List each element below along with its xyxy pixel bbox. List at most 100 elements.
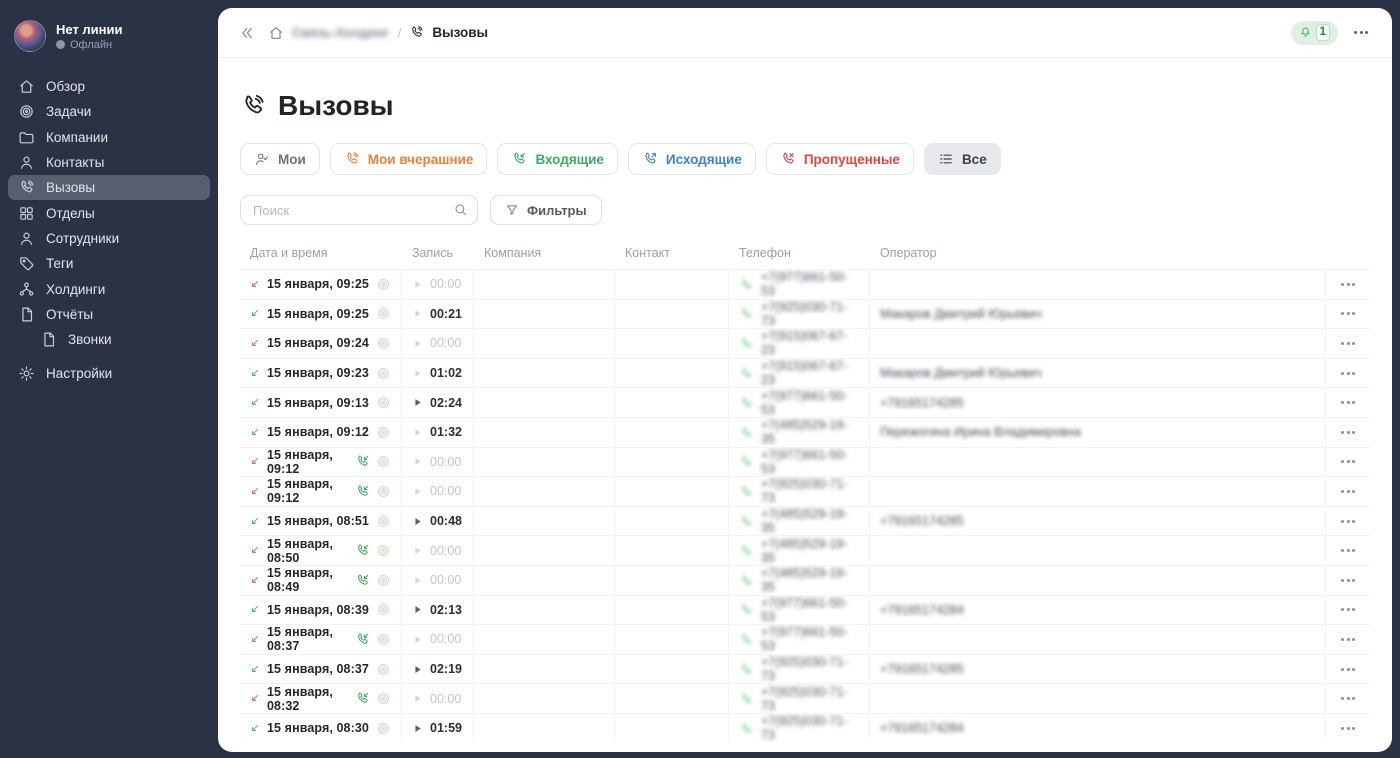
filter-chip-5[interactable]: Все xyxy=(924,143,1001,175)
row-more-button[interactable] xyxy=(1341,401,1355,404)
row-more-button[interactable] xyxy=(1341,638,1355,641)
sidebar-item-7[interactable]: Теги xyxy=(8,251,210,276)
table-row[interactable]: 15 января, 08:3200:00+7(925)030-71-73 xyxy=(240,683,1370,713)
table-row[interactable]: 15 января, 08:5000:00+7(485)529-19-35 xyxy=(240,535,1370,565)
target-icon[interactable] xyxy=(376,395,391,410)
phone-value[interactable]: +7(925)030-71-73 xyxy=(739,685,859,713)
collapse-sidebar-icon[interactable] xyxy=(238,24,256,42)
target-icon[interactable] xyxy=(376,336,391,351)
sidebar-item-11[interactable]: Настройки xyxy=(8,361,210,386)
table-row[interactable]: 15 января, 08:3702:19+7(925)030-71-73+79… xyxy=(240,654,1370,684)
target-icon[interactable] xyxy=(376,277,391,292)
table-row[interactable]: 15 января, 08:3902:13+7(977)661-50-53+79… xyxy=(240,595,1370,625)
target-icon[interactable] xyxy=(376,454,391,469)
home-icon[interactable] xyxy=(268,25,284,41)
row-more-button[interactable] xyxy=(1341,460,1355,463)
sidebar-item-1[interactable]: Задачи xyxy=(8,99,210,124)
row-more-button[interactable] xyxy=(1341,283,1355,286)
target-icon[interactable] xyxy=(376,632,391,647)
play-icon[interactable] xyxy=(412,693,423,704)
target-icon[interactable] xyxy=(376,306,391,321)
phone-value[interactable]: +7(977)661-50-53 xyxy=(739,625,859,653)
sidebar-item-9[interactable]: Отчёты xyxy=(8,302,210,327)
row-more-button[interactable] xyxy=(1341,312,1355,315)
sidebar-item-10[interactable]: Звонки xyxy=(8,327,210,352)
play-icon[interactable] xyxy=(412,516,423,527)
breadcrumb-company[interactable]: Связь-Холдинг xyxy=(292,25,389,40)
phone-value[interactable]: +7(977)661-50-53 xyxy=(739,448,859,476)
phone-value[interactable]: +7(977)661-50-53 xyxy=(739,596,859,624)
play-icon[interactable] xyxy=(412,308,423,319)
table-row[interactable]: 15 января, 09:2400:00+7(915)067-67-23 xyxy=(240,328,1370,358)
phone-value[interactable]: +7(485)529-19-35 xyxy=(739,507,859,535)
sidebar-item-4[interactable]: Вызовы xyxy=(8,175,210,200)
phone-value[interactable]: +7(485)529-19-35 xyxy=(739,566,859,594)
row-more-button[interactable] xyxy=(1341,372,1355,375)
table-row[interactable]: 15 января, 08:5100:48+7(485)529-19-35+79… xyxy=(240,506,1370,536)
topbar-more-button[interactable] xyxy=(1350,29,1372,36)
sidebar-item-6[interactable]: Сотрудники xyxy=(8,226,210,251)
phone-value[interactable]: +7(925)030-71-73 xyxy=(739,714,859,742)
table-row[interactable]: 15 января, 09:1200:00+7(977)661-50-53 xyxy=(240,447,1370,477)
row-more-button[interactable] xyxy=(1341,727,1355,730)
phone-value[interactable]: +7(925)030-71-73 xyxy=(739,655,859,683)
play-icon[interactable] xyxy=(412,338,423,349)
sidebar-item-5[interactable]: Отделы xyxy=(8,200,210,225)
play-icon[interactable] xyxy=(412,723,423,734)
table-row[interactable]: 15 января, 09:2500:21+7(925)030-71-73Мак… xyxy=(240,299,1370,329)
phone-value[interactable]: +7(485)529-19-35 xyxy=(739,418,859,446)
play-icon[interactable] xyxy=(412,664,423,675)
row-more-button[interactable] xyxy=(1341,490,1355,493)
row-more-button[interactable] xyxy=(1341,520,1355,523)
table-row[interactable]: 15 января, 09:1302:24+7(977)661-50-53+79… xyxy=(240,387,1370,417)
row-more-button[interactable] xyxy=(1341,608,1355,611)
row-more-button[interactable] xyxy=(1341,549,1355,552)
target-icon[interactable] xyxy=(376,366,391,381)
target-icon[interactable] xyxy=(376,573,391,588)
filter-chip-4[interactable]: Пропущенные xyxy=(766,143,914,175)
play-icon[interactable] xyxy=(412,427,423,438)
filter-chip-0[interactable]: Мои xyxy=(240,143,320,175)
play-icon[interactable] xyxy=(412,604,423,615)
target-icon[interactable] xyxy=(376,721,391,736)
play-icon[interactable] xyxy=(412,634,423,645)
search-input[interactable] xyxy=(240,195,478,225)
sidebar-item-8[interactable]: Холдинги xyxy=(8,276,210,301)
filter-chip-1[interactable]: Мои вчерашние xyxy=(330,143,488,175)
filter-chip-3[interactable]: Исходящие xyxy=(628,143,756,175)
table-row[interactable]: 15 января, 08:3700:00+7(977)661-50-53 xyxy=(240,624,1370,654)
phone-value[interactable]: +7(915)067-67-23 xyxy=(739,359,859,387)
target-icon[interactable] xyxy=(376,425,391,440)
table-row[interactable]: 15 января, 09:2301:02+7(915)067-67-23Мак… xyxy=(240,358,1370,388)
target-icon[interactable] xyxy=(376,484,391,499)
filters-button[interactable]: Фильтры xyxy=(490,195,602,225)
phone-value[interactable]: +7(915)067-67-23 xyxy=(739,329,859,357)
play-icon[interactable] xyxy=(412,456,423,467)
play-icon[interactable] xyxy=(412,575,423,586)
target-icon[interactable] xyxy=(376,514,391,529)
target-icon[interactable] xyxy=(376,602,391,617)
sidebar-item-0[interactable]: Обзор xyxy=(8,74,210,99)
filter-chip-2[interactable]: Входящие xyxy=(497,143,617,175)
search-icon[interactable] xyxy=(453,202,468,217)
play-icon[interactable] xyxy=(412,279,423,290)
table-row[interactable]: 15 января, 09:2500:00+7(977)661-50-53 xyxy=(240,269,1370,299)
target-icon[interactable] xyxy=(376,691,391,706)
table-row[interactable]: 15 января, 08:4900:00+7(485)529-19-35 xyxy=(240,565,1370,595)
play-icon[interactable] xyxy=(412,545,423,556)
target-icon[interactable] xyxy=(376,662,391,677)
row-more-button[interactable] xyxy=(1341,579,1355,582)
target-icon[interactable] xyxy=(376,543,391,558)
sidebar-item-3[interactable]: Контакты xyxy=(8,150,210,175)
row-more-button[interactable] xyxy=(1341,431,1355,434)
table-row[interactable]: 15 января, 09:1201:32+7(485)529-19-35Пер… xyxy=(240,417,1370,447)
phone-value[interactable]: +7(925)030-71-73 xyxy=(739,477,859,505)
phone-value[interactable]: +7(925)030-71-73 xyxy=(739,300,859,328)
phone-value[interactable]: +7(977)661-50-53 xyxy=(739,389,859,417)
play-icon[interactable] xyxy=(412,397,423,408)
notifications-button[interactable]: 1 xyxy=(1291,21,1338,45)
user-profile[interactable]: Нет линии Офлайн xyxy=(0,0,218,62)
row-more-button[interactable] xyxy=(1341,668,1355,671)
play-icon[interactable] xyxy=(412,486,423,497)
phone-value[interactable]: +7(485)529-19-35 xyxy=(739,537,859,565)
